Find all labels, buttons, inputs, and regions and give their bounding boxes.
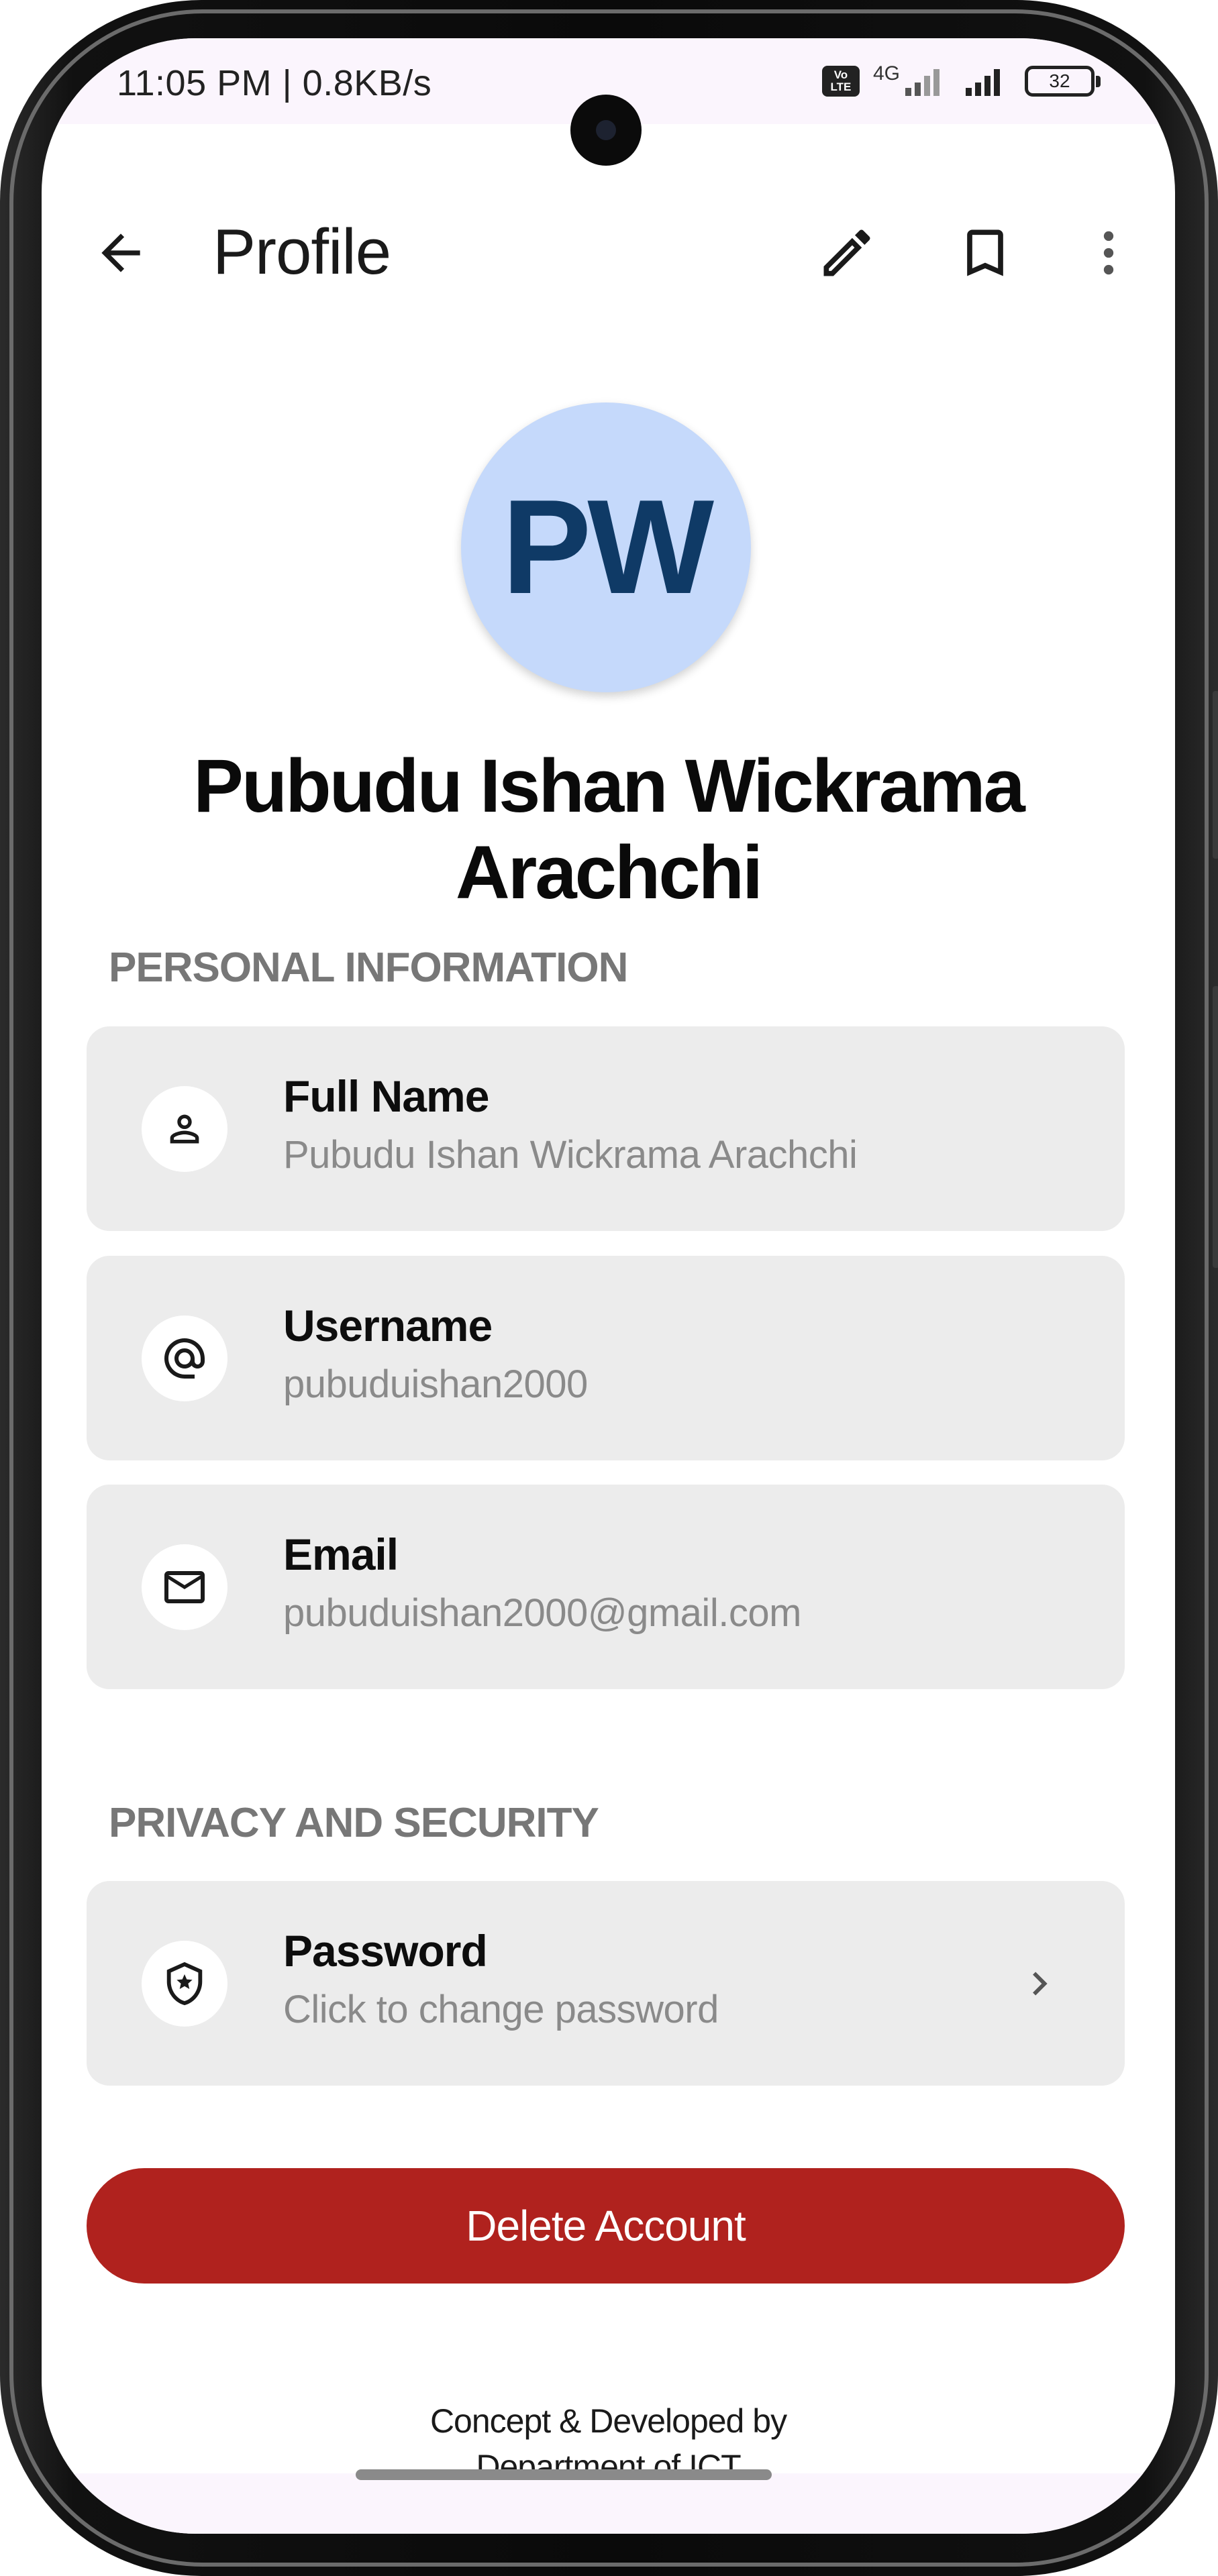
volte-top-text: Vo	[833, 68, 848, 81]
section-title-personal-information: PERSONAL INFORMATION	[109, 945, 628, 991]
status-time: 11:05 PM | 0.8KB/s	[117, 63, 432, 103]
card-icon-wrapper	[142, 1544, 227, 1630]
card-label: Email	[283, 1529, 399, 1579]
avatar: PW	[461, 402, 751, 692]
card-value: pubuduishan2000@gmail.com	[283, 1591, 801, 1635]
front-camera	[570, 95, 642, 166]
edit-pencil-icon	[823, 229, 870, 276]
footer-line-1: Concept & Developed by	[429, 2402, 787, 2440]
mail-icon	[164, 1571, 205, 1603]
shield-icon	[166, 1962, 203, 2006]
chevron-right-icon	[1033, 1972, 1048, 1996]
network-type: 4G	[872, 62, 900, 85]
card-label: Full Name	[283, 1071, 489, 1121]
volte-icon: Vo LTE	[821, 66, 860, 97]
card-value: pubuduishan2000	[283, 1362, 588, 1406]
card-label: Password	[283, 1926, 488, 1976]
status-icons: Vo LTE 4G 32	[821, 62, 1101, 97]
person-icon	[170, 1114, 199, 1144]
card-value: Pubudu Ishan Wickrama Arachchi	[283, 1133, 858, 1177]
card-icon-wrapper	[142, 1316, 227, 1401]
battery-icon: 32	[1025, 66, 1101, 97]
info-card-username[interactable]: Username pubuduishan2000	[87, 1256, 1125, 1460]
more-vert-icon	[1103, 231, 1114, 275]
profile-name: Pubudu Ishan Wickrama Arachchi	[193, 744, 1025, 914]
volume-button	[1213, 691, 1218, 859]
phone-frame: 11:05 PM | 0.8KB/s Vo LTE 4G 32 Profile …	[0, 0, 1218, 2576]
bookmark-button[interactable]	[945, 213, 1025, 293]
back-button[interactable]	[81, 213, 161, 293]
delete-account-button[interactable]: Delete Account	[87, 2168, 1125, 2284]
card-icon-wrapper	[142, 1086, 227, 1172]
section-title-privacy-security: PRIVACY AND SECURITY	[109, 1800, 599, 1846]
app-bar: Profile	[42, 172, 1175, 333]
info-card-full-name[interactable]: Full Name Pubudu Ishan Wickrama Arachchi	[87, 1026, 1125, 1231]
battery-level: 32	[1049, 70, 1070, 91]
card-icon-wrapper	[142, 1941, 227, 2027]
bookmark-icon	[967, 229, 1003, 276]
signal-icon-2	[966, 69, 1000, 96]
info-card-email[interactable]: Email pubuduishan2000@gmail.com	[87, 1485, 1125, 1689]
screen: 11:05 PM | 0.8KB/s Vo LTE 4G 32 Profile …	[42, 38, 1175, 2534]
page-title: Profile	[213, 216, 391, 288]
password-card[interactable]: Password Click to change password	[87, 1881, 1125, 2086]
card-value: Click to change password	[283, 1988, 719, 2031]
signal-icon	[905, 69, 940, 96]
home-indicator[interactable]	[356, 2469, 772, 2480]
navigation-bar	[42, 2473, 1175, 2534]
back-arrow-icon	[101, 233, 140, 272]
more-options-button[interactable]	[1068, 213, 1149, 293]
at-sign-icon	[164, 1338, 205, 1379]
card-label: Username	[283, 1301, 493, 1350]
edit-button[interactable]	[807, 213, 887, 293]
power-button	[1213, 986, 1218, 1268]
avatar-initials: PW	[501, 472, 714, 622]
volte-bottom-text: LTE	[830, 80, 852, 93]
